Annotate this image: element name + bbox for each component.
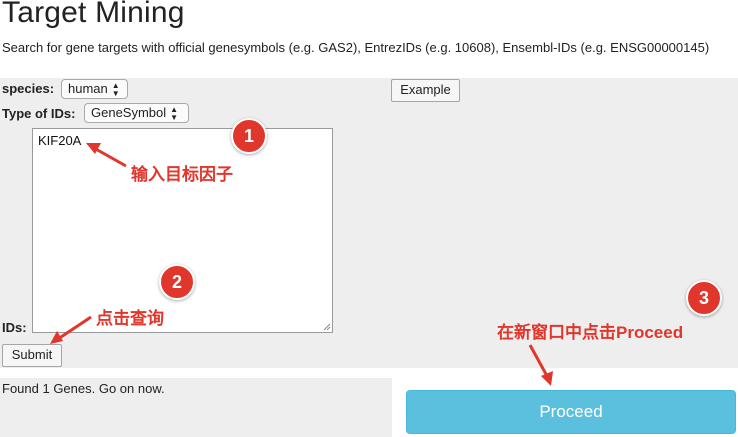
select-updown-icon: ▲ ▼ xyxy=(111,80,120,98)
annotation-text-2: 点击查询 xyxy=(96,309,164,328)
status-panel: Found 1 Genes. Go on now. xyxy=(0,378,392,437)
idtype-select-value: GeneSymbol xyxy=(91,105,167,120)
ids-label: IDs: xyxy=(2,320,27,335)
species-label: species: xyxy=(2,81,55,96)
species-select-value: human xyxy=(68,81,108,96)
idtype-label: Type of IDs: xyxy=(2,106,76,121)
resize-handle-icon[interactable] xyxy=(323,323,331,331)
proceed-button[interactable]: Proceed xyxy=(406,390,736,434)
example-button[interactable]: Example xyxy=(391,79,460,102)
page-subtitle: Search for gene targets with official ge… xyxy=(2,40,710,55)
species-select[interactable]: human ▲ ▼ xyxy=(61,79,128,99)
annotation-badge-2: 2 xyxy=(159,264,195,300)
ids-textarea[interactable]: KIF20A xyxy=(32,128,333,333)
select-updown-icon: ▲ ▼ xyxy=(170,104,179,122)
annotation-text-3: 在新窗口中点击Proceed xyxy=(497,323,684,342)
idtype-select[interactable]: GeneSymbol ▲ ▼ xyxy=(84,103,189,123)
status-text: Found 1 Genes. Go on now. xyxy=(2,381,165,396)
annotation-text-1: 输入目标因子 xyxy=(131,165,233,184)
submit-button[interactable]: Submit xyxy=(2,344,62,367)
ids-textarea-value: KIF20A xyxy=(38,133,82,148)
annotation-badge-1: 1 xyxy=(231,118,267,154)
page-title: Target Mining xyxy=(2,0,185,29)
annotation-badge-3: 3 xyxy=(686,280,722,316)
